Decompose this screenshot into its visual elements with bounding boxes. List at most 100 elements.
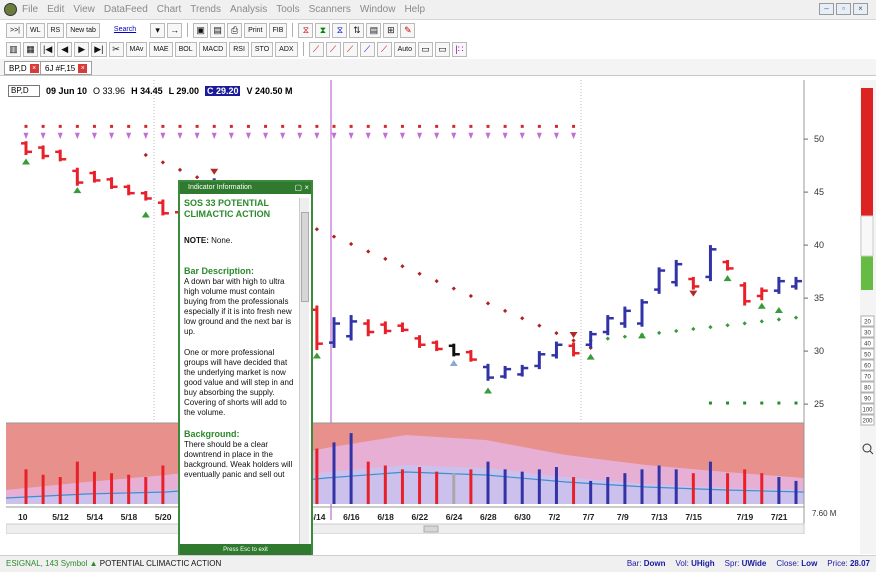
toolbar-divider — [302, 42, 304, 56]
scroll-end-icon[interactable]: ▶| — [91, 41, 107, 57]
fib-button[interactable]: FIB — [268, 22, 288, 38]
tab-bp-d[interactable]: BP,D × — [4, 61, 44, 75]
minimize-icon[interactable]: – — [819, 3, 834, 15]
menu-help[interactable]: Help — [404, 4, 425, 15]
horizontal-scrollbar[interactable] — [6, 523, 805, 534]
draw-tool-icon[interactable]: ⟋ — [376, 41, 392, 57]
menu-analysis[interactable]: Analysis — [230, 4, 267, 15]
date-tick-label: 5/14 — [86, 512, 103, 522]
indicator-sto-button[interactable]: STO — [250, 41, 274, 57]
pen-tool-icon[interactable]: ✎ — [400, 22, 416, 38]
price-tick-label: 25 — [814, 399, 824, 409]
indicator-info-popup[interactable]: Indicator Information ▢ × SOS 33 POTENTI… — [178, 180, 313, 558]
top-signal-dot — [554, 124, 558, 128]
layout-icon[interactable]: ▭ — [434, 41, 450, 57]
menu-scanners[interactable]: Scanners — [309, 4, 351, 15]
scroll-left-icon[interactable]: ◀ — [57, 41, 73, 57]
status-left: ESIGNAL, 143 Symbol ▲ POTENTIAL CLIMACTI… — [6, 556, 221, 572]
tab-6j[interactable]: 6J #F,15 × — [40, 61, 93, 75]
new-tab-button[interactable]: New tab — [66, 22, 100, 38]
indicator-mav-button[interactable]: MAv — [125, 41, 148, 57]
menu-chart[interactable]: Chart — [157, 4, 181, 15]
search-link[interactable]: Search — [102, 23, 148, 38]
status-volume: Vol: UHigh — [675, 559, 715, 568]
popup-scroll-thumb[interactable] — [301, 212, 309, 302]
draw-tool-icon[interactable]: ⟋ — [308, 41, 324, 57]
toolbar-watchlist-button[interactable]: WL — [26, 22, 45, 38]
draw-tool-icon[interactable]: ⟋ — [325, 41, 341, 57]
menu-window[interactable]: Window — [360, 4, 396, 15]
bar-high: H 34.45 — [131, 86, 163, 96]
scale-label: 20 — [864, 320, 871, 326]
menu-trends[interactable]: Trends — [190, 4, 221, 15]
symbol-field[interactable]: BP,D — [8, 85, 40, 97]
scroll-right-icon[interactable]: ▶ — [74, 41, 90, 57]
popup-close-icon[interactable]: × — [304, 183, 309, 192]
signal-tool-icon[interactable]: ⧗ — [315, 22, 331, 38]
popup-window-buttons: ▢ × — [295, 183, 309, 193]
save-icon[interactable]: ▣ — [193, 22, 209, 38]
scale-label: 90 — [864, 397, 871, 403]
popup-scrollbar[interactable] — [299, 198, 309, 544]
date-tick-label: 5/20 — [155, 512, 172, 522]
indicator-rsi-button[interactable]: RSI — [229, 41, 249, 57]
go-arrow-icon[interactable]: → — [167, 22, 183, 38]
menu-tools[interactable]: Tools — [276, 4, 299, 15]
popup-maximize-icon[interactable]: ▢ — [295, 183, 303, 192]
highlight-tool-icon[interactable]: ▤ — [366, 22, 382, 38]
restore-icon[interactable]: ▫ — [836, 3, 851, 15]
menu-datafeed[interactable]: DataFeed — [104, 4, 148, 15]
indicator-tool-icon[interactable]: ✂ — [108, 41, 124, 57]
indicator-adx-button[interactable]: ADX — [275, 41, 298, 57]
menu-list: File Edit View DataFeed Chart Trends Analysis T… — [22, 4, 425, 15]
toolbar-forward-button[interactable]: >>| — [6, 22, 24, 38]
scroll-start-icon[interactable]: |◀ — [40, 41, 56, 57]
tab-close-icon[interactable]: × — [29, 63, 39, 73]
tab-close-icon[interactable]: × — [78, 63, 88, 73]
layout-icon[interactable]: ▭ — [417, 41, 433, 57]
chart-type-icon[interactable]: ▥ — [6, 41, 21, 57]
date-tick-label: 6/16 — [343, 512, 360, 522]
date-tick-label: 6/28 — [480, 512, 497, 522]
signal-tool-icon[interactable]: ⧖ — [332, 22, 348, 38]
top-signal-dot — [212, 124, 216, 128]
indicator-macd-button[interactable]: MACD — [198, 41, 228, 57]
price-tick-label: 45 — [814, 187, 824, 197]
bar-description-heading: Bar Description: — [184, 266, 255, 276]
popup-header: Indicator Information ▢ × — [180, 182, 311, 194]
draw-tool-icon[interactable]: ⟋ — [359, 41, 375, 57]
right-scale: 20 30 40 50 60 70 80 90 100 200 — [860, 315, 875, 426]
toolbar-divider — [187, 23, 189, 37]
draw-tool-icon[interactable]: ⟋ — [342, 41, 358, 57]
top-signal-dot — [298, 124, 302, 128]
line-tool-icon[interactable]: ⊞ — [383, 22, 399, 38]
status-right: Bar: Down Vol: UHigh Spr: UWide Close: L… — [627, 556, 870, 572]
dropdown-arrow-icon[interactable]: ▾ — [150, 22, 166, 38]
date-tick-label: 5/18 — [121, 512, 138, 522]
menu-bar: File Edit View DataFeed Chart Trends Analysis T… — [0, 0, 876, 20]
menu-view[interactable]: View — [73, 4, 95, 15]
indicator-mae-button[interactable]: MAE — [149, 41, 173, 57]
price-tick-label: 35 — [814, 293, 824, 303]
toolbar-rs-button[interactable]: RS — [46, 22, 65, 38]
menu-edit[interactable]: Edit — [47, 4, 64, 15]
indicator-list-icon[interactable]: |∷ — [451, 41, 467, 57]
toolbar-main: >>| WL RS New tab Search ▾ → ▣ ▤ ⎙ Print… — [6, 21, 416, 39]
horizontal-scroll-thumb[interactable] — [423, 525, 439, 533]
signal-tool-icon[interactable]: ⧖ — [298, 22, 314, 38]
top-signal-dot — [486, 124, 490, 128]
indicator-bol-button[interactable]: BOL — [174, 41, 197, 57]
trend-tool-icon[interactable]: ⇅ — [349, 22, 365, 38]
top-signal-dot — [24, 124, 28, 128]
strength-meter-neutral — [860, 215, 874, 257]
date-tick-label: 10 — [18, 512, 28, 522]
print-button[interactable]: Print — [244, 22, 267, 38]
menu-file[interactable]: File — [22, 4, 38, 15]
strength-meter-red — [861, 88, 873, 216]
bar-type-icon[interactable]: ▦ — [23, 41, 38, 57]
close-icon[interactable]: × — [853, 3, 868, 15]
auto-button[interactable]: Auto — [393, 41, 416, 57]
open-folder-icon[interactable]: ▤ — [210, 22, 226, 38]
price-chart[interactable]: 7.60 M 253035404550 105/125/145/185/205/… — [6, 80, 856, 534]
print-icon[interactable]: ⎙ — [227, 22, 243, 38]
